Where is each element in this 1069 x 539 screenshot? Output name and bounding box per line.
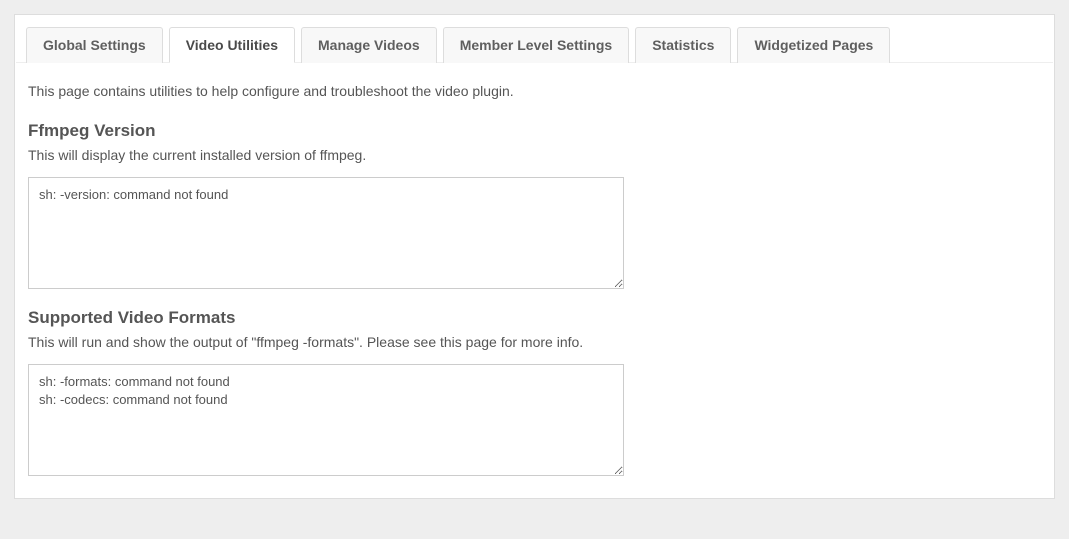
output-ffmpeg-version[interactable] bbox=[28, 177, 624, 289]
tab-global-settings[interactable]: Global Settings bbox=[26, 27, 163, 63]
tab-statistics[interactable]: Statistics bbox=[635, 27, 731, 63]
section-heading-ffmpeg-version: Ffmpeg Version bbox=[28, 121, 1041, 141]
output-supported-formats[interactable] bbox=[28, 364, 624, 476]
intro-text: This page contains utilities to help con… bbox=[28, 83, 1041, 99]
section-heading-supported-formats: Supported Video Formats bbox=[28, 308, 1041, 328]
section-desc-supported-formats: This will run and show the output of "ff… bbox=[28, 334, 1041, 350]
tab-member-level-settings[interactable]: Member Level Settings bbox=[443, 27, 630, 63]
tabs-container: Global Settings Video Utilities Manage V… bbox=[16, 16, 1053, 63]
section-desc-ffmpeg-version: This will display the current installed … bbox=[28, 147, 1041, 163]
main-panel: Global Settings Video Utilities Manage V… bbox=[14, 14, 1055, 499]
tab-video-utilities[interactable]: Video Utilities bbox=[169, 27, 295, 63]
tab-manage-videos[interactable]: Manage Videos bbox=[301, 27, 437, 63]
tab-widgetized-pages[interactable]: Widgetized Pages bbox=[737, 27, 890, 63]
tab-content: This page contains utilities to help con… bbox=[16, 63, 1053, 497]
